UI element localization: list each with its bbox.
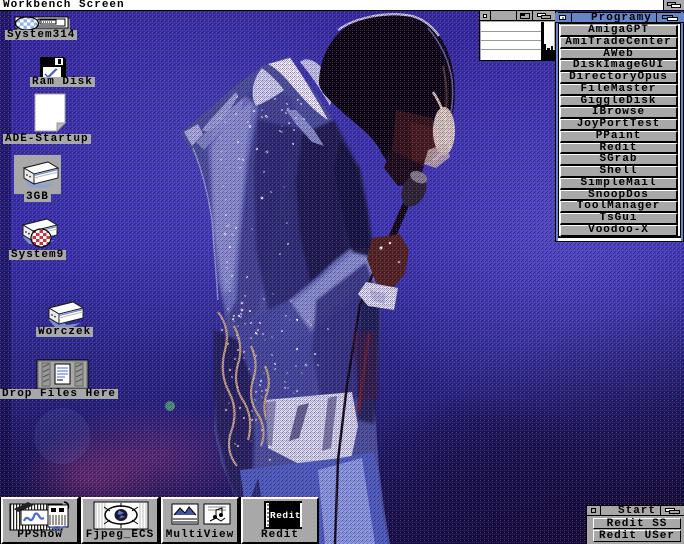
svg-text:Redit: Redit [270, 510, 301, 521]
